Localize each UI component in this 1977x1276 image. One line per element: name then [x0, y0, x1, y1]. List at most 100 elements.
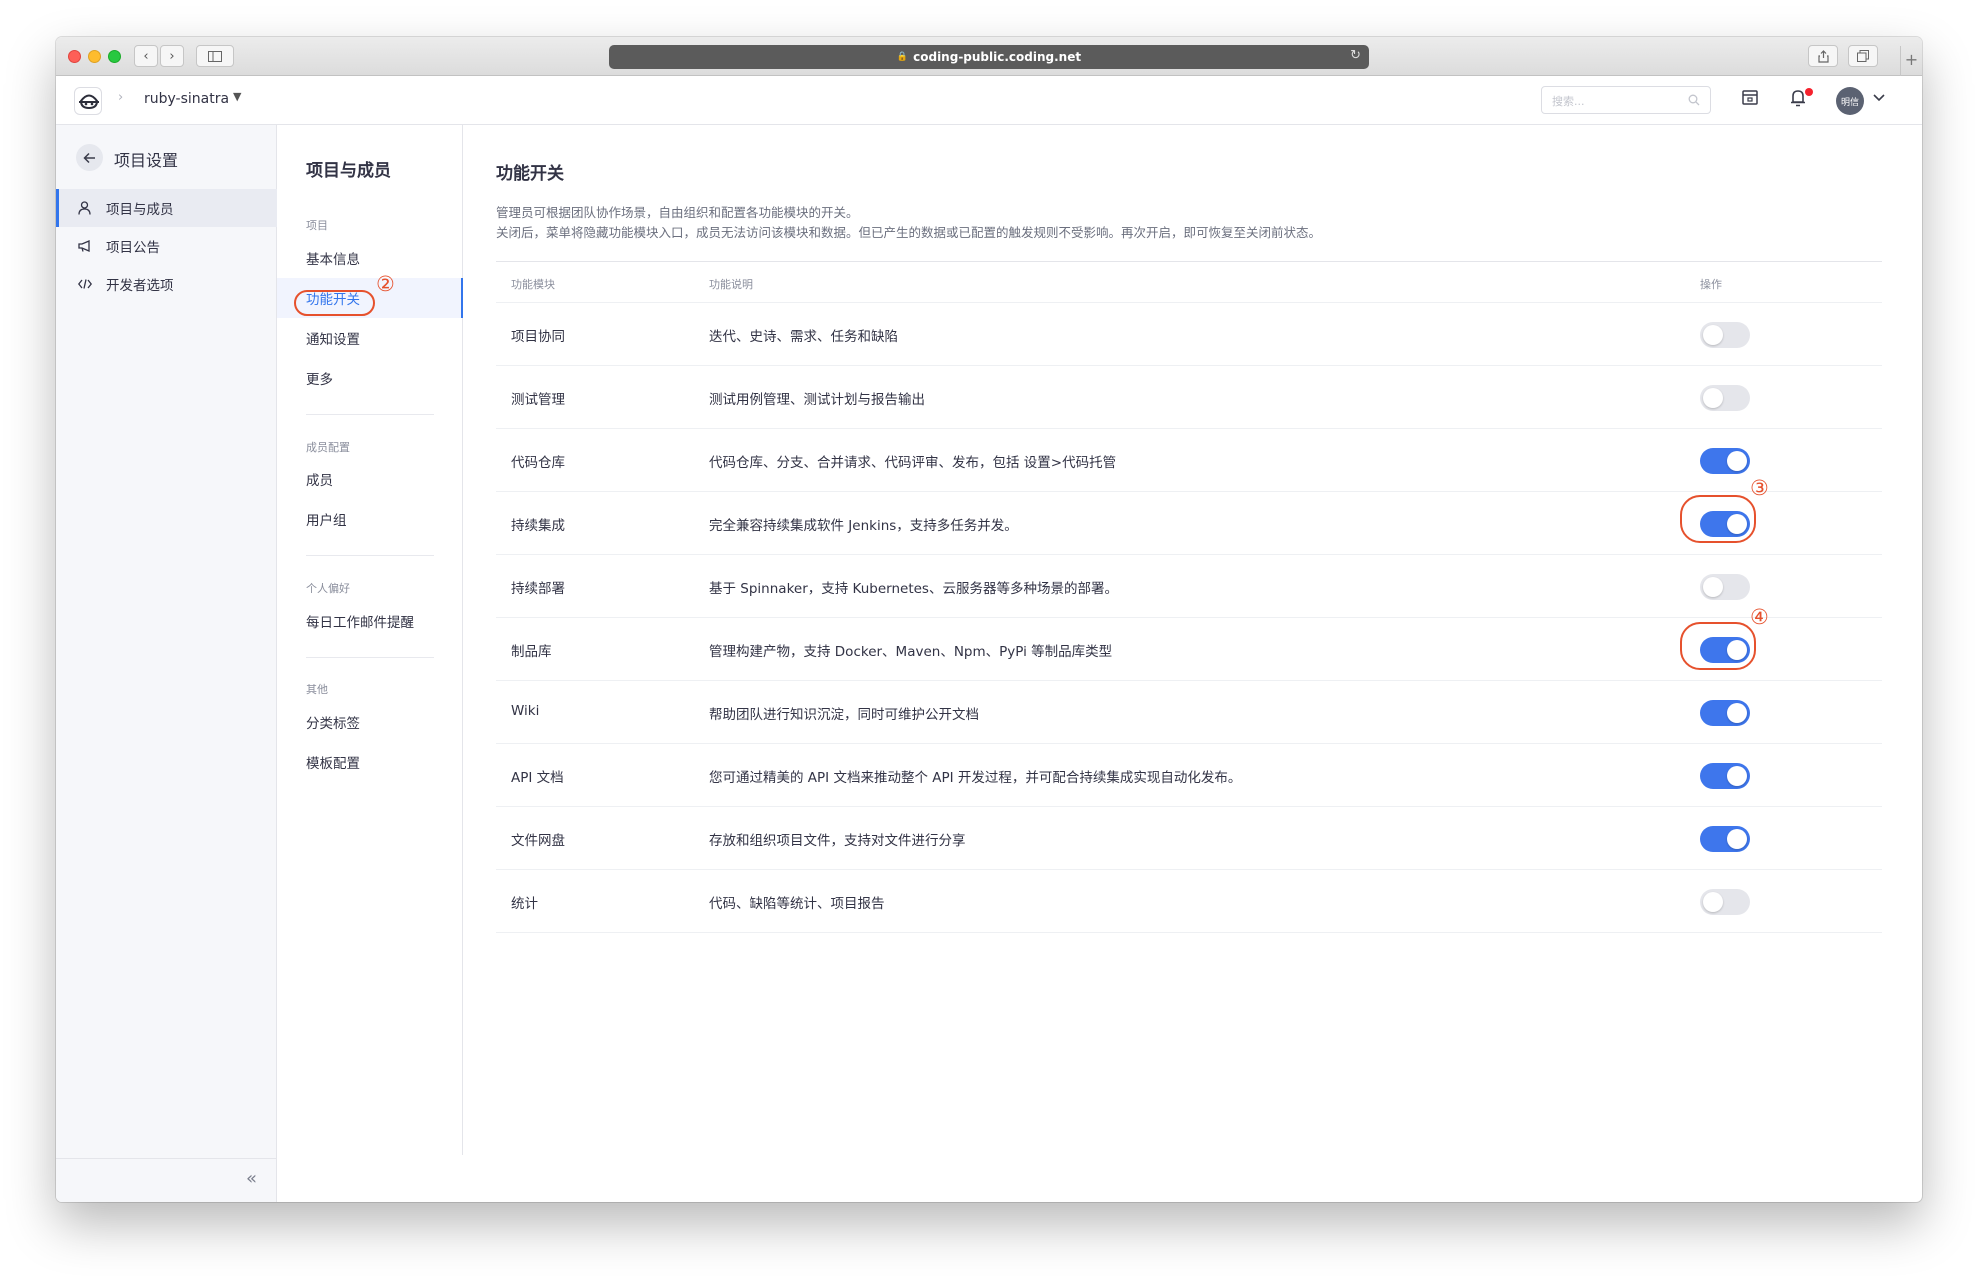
subnav-item-label: 成员 — [306, 473, 333, 489]
subnav-item-label: 模板配置 — [306, 756, 360, 772]
subnav-group-label: 成员配置 — [306, 441, 350, 454]
tabs-overview-button[interactable] — [1848, 45, 1878, 67]
feature-toggle[interactable] — [1700, 448, 1750, 474]
table-row: 测试管理 测试用例管理、测试计划与报告输出 — [496, 366, 1882, 429]
reload-icon[interactable]: ↻ — [1350, 48, 1361, 63]
table-row: Wiki 帮助团队进行知识沉淀，同时可维护公开文档 — [496, 681, 1882, 744]
subnav-item-more[interactable]: 更多 — [277, 358, 463, 398]
subnav-item-user-groups[interactable]: 用户组 — [277, 499, 463, 539]
module-name: 统计 — [511, 896, 538, 912]
feature-toggle[interactable] — [1700, 826, 1750, 852]
search-icon — [1688, 94, 1700, 106]
feature-toggle[interactable] — [1700, 322, 1750, 348]
module-description: 存放和组织项目文件，支持对文件进行分享 — [709, 833, 966, 849]
sidebar-item-label: 开发者选项 — [106, 278, 174, 294]
sidebar-item-announcements[interactable]: 项目公告 — [56, 227, 277, 265]
coding-logo[interactable] — [74, 87, 102, 115]
maximize-window-button[interactable] — [108, 50, 121, 63]
share-button[interactable] — [1808, 45, 1838, 67]
subnav-item-label: 更多 — [306, 372, 333, 388]
toggle-knob — [1703, 892, 1723, 912]
sidebar-item-project-members[interactable]: 项目与成员 — [56, 189, 277, 227]
subnav-item-basic-info[interactable]: 基本信息 — [277, 238, 463, 278]
back-button[interactable] — [76, 144, 103, 171]
annotation-number-2: ② — [376, 272, 395, 296]
subnav-group-label: 个人偏好 — [306, 582, 350, 595]
notification-dot — [1805, 88, 1813, 96]
app-header: › ruby-sinatra ▼ 搜索... 明信 — [56, 76, 1922, 125]
table-row: 持续部署 基于 Spinnaker，支持 Kubernetes、云服务器等多种场景… — [496, 555, 1882, 618]
plus-icon: + — [1904, 50, 1919, 69]
toggle-knob — [1703, 388, 1723, 408]
sidebar-item-developer-options[interactable]: 开发者选项 — [56, 265, 277, 303]
subnav-item-label: 基本信息 — [306, 252, 360, 268]
subnav-group-label: 项目 — [306, 219, 328, 232]
calendar-icon[interactable] — [1741, 88, 1759, 106]
module-name: 测试管理 — [511, 392, 565, 408]
module-name: API 文档 — [511, 770, 564, 786]
subnav-item-label: 通知设置 — [306, 332, 360, 348]
subnav-divider — [306, 555, 434, 556]
subnav-item-daily-email[interactable]: 每日工作邮件提醒 — [277, 601, 463, 641]
table-body: 项目协同 迭代、史诗、需求、任务和缺陷 测试管理 测试用例管理、测试计划与报告输出 代码… — [496, 303, 1882, 933]
page-description-line-1: 管理员可根据团队协作场景，自由组织和配置各功能模块的开关。 — [496, 205, 859, 220]
collapse-sidebar-button[interactable]: « — [56, 1158, 277, 1202]
address-bar[interactable]: 🔒 coding-public.coding.net ↻ — [609, 45, 1369, 69]
minimize-window-button[interactable] — [88, 50, 101, 63]
toggle-knob — [1727, 451, 1747, 471]
table-row: 代码仓库 代码仓库、分支、合并请求、代码评审、发布，包括 设置>代码托管 — [496, 429, 1882, 492]
column-header-module: 功能模块 — [511, 278, 555, 291]
feature-toggle[interactable] — [1700, 385, 1750, 411]
feature-toggle[interactable] — [1700, 763, 1750, 789]
share-icon — [1817, 49, 1829, 63]
subnav-item-members[interactable]: 成员 — [277, 459, 463, 499]
browser-window: ‹ › 🔒 coding-public.coding.net ↻ + › rub… — [56, 37, 1922, 1202]
project-settings-sidebar: 项目设置 项目与成员 项目公告 开发者选项 « — [56, 125, 277, 1202]
subnav-item-template-config[interactable]: 模板配置 — [277, 742, 463, 782]
feature-switch-table: 功能模块 功能说明 操作 项目协同 迭代、史诗、需求、任务和缺陷 测试管理 测试用例管… — [496, 261, 1882, 933]
module-description: 代码仓库、分支、合并请求、代码评审、发布，包括 设置>代码托管 — [709, 455, 1117, 471]
avatar[interactable]: 明信 — [1836, 87, 1864, 115]
toggle-knob — [1727, 766, 1747, 786]
new-tab-button[interactable]: + — [1900, 46, 1922, 76]
module-name: 文件网盘 — [511, 833, 565, 849]
forward-nav-button[interactable]: › — [160, 45, 184, 67]
project-name[interactable]: ruby-sinatra — [144, 91, 229, 107]
megaphone-icon — [78, 240, 92, 252]
tabs-icon — [1857, 50, 1869, 62]
table-header: 功能模块 功能说明 操作 — [496, 261, 1882, 303]
toggle-knob — [1727, 829, 1747, 849]
feature-toggle[interactable] — [1700, 700, 1750, 726]
subnav-item-label: 每日工作邮件提醒 — [306, 615, 414, 631]
toggle-knob — [1703, 577, 1723, 597]
annotation-circle-3 — [1680, 495, 1756, 543]
caret-down-icon[interactable]: ▼ — [233, 90, 241, 103]
page-description-line-2: 关闭后，菜单将隐藏功能模块入口，成员无法访问该模块和数据。但已产生的数据或已配置… — [496, 225, 1322, 240]
sidebar-title: 项目设置 — [114, 151, 179, 170]
table-row: 制品库 管理构建产物，支持 Docker、Maven、Npm、PyPi 等制品库类… — [496, 618, 1882, 681]
lock-icon: 🔒 — [896, 52, 909, 62]
toggle-knob — [1727, 703, 1747, 723]
subnav-item-category-tags[interactable]: 分类标签 — [277, 702, 463, 742]
module-description: 迭代、史诗、需求、任务和缺陷 — [709, 329, 898, 345]
user-icon — [78, 201, 92, 215]
page-title: 功能开关 — [496, 164, 564, 184]
back-nav-button[interactable]: ‹ — [134, 45, 158, 67]
sidebar-icon — [208, 50, 222, 62]
browser-toolbar: ‹ › 🔒 coding-public.coding.net ↻ + — [56, 37, 1922, 76]
sidebar-toggle-button[interactable] — [196, 45, 234, 67]
chevron-right-icon: › — [169, 48, 175, 64]
table-row: 持续集成 完全兼容持续集成软件 Jenkins，支持多任务并发。 — [496, 492, 1882, 555]
table-row: 项目协同 迭代、史诗、需求、任务和缺陷 — [496, 303, 1882, 366]
code-icon — [78, 279, 92, 289]
double-chevron-left-icon: « — [245, 1168, 257, 1189]
feature-toggle[interactable] — [1700, 889, 1750, 915]
subnav-item-label: 用户组 — [306, 513, 347, 529]
search-input[interactable]: 搜索... — [1541, 86, 1711, 114]
feature-toggle[interactable] — [1700, 574, 1750, 600]
close-window-button[interactable] — [68, 50, 81, 63]
table-row: API 文档 您可通过精美的 API 文档来推动整个 API 开发过程，并可配合持… — [496, 744, 1882, 807]
subnav-item-notification-settings[interactable]: 通知设置 — [277, 318, 463, 358]
chevron-down-icon[interactable] — [1872, 90, 1886, 104]
module-description: 完全兼容持续集成软件 Jenkins，支持多任务并发。 — [709, 518, 1018, 534]
